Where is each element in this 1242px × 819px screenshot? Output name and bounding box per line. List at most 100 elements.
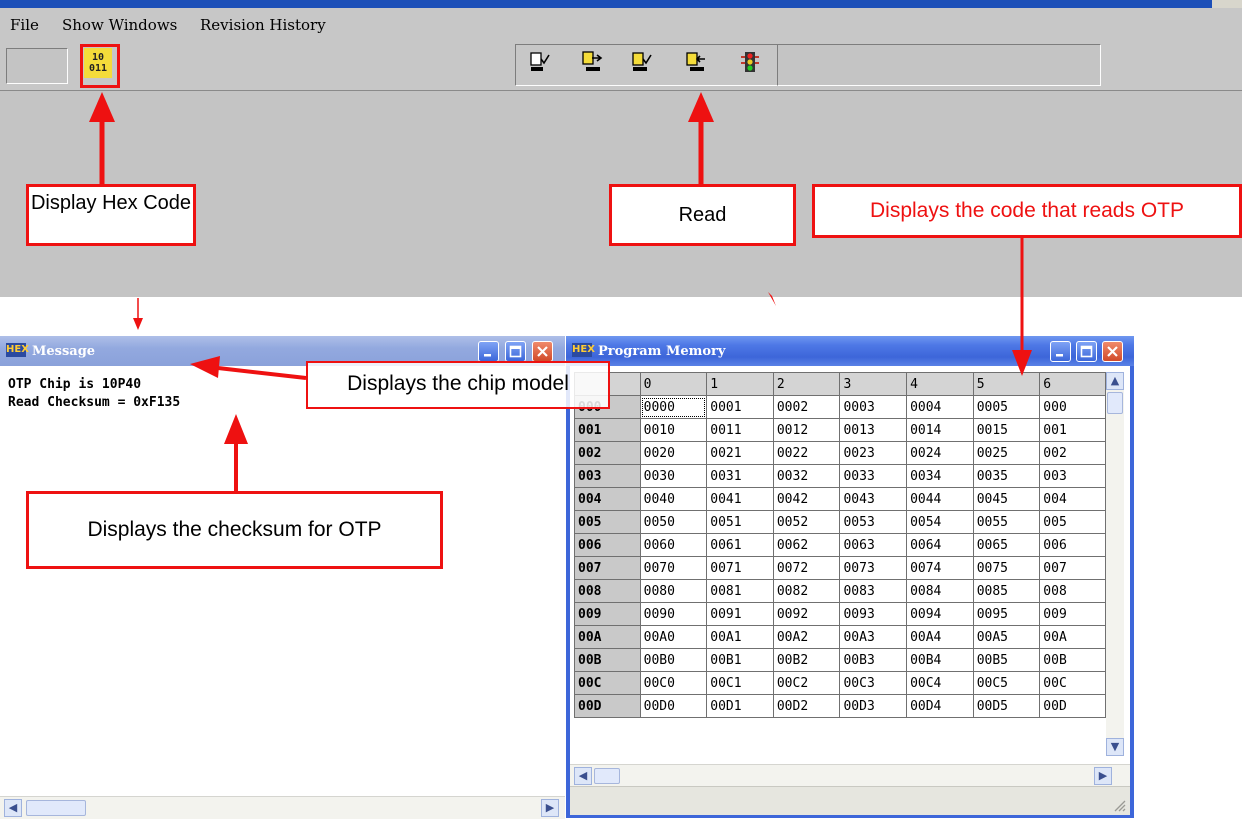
memory-cell[interactable]: 0094 — [906, 602, 974, 626]
memory-cell[interactable]: 0043 — [839, 487, 908, 511]
close-button[interactable] — [532, 341, 553, 362]
memory-cell[interactable]: 0031 — [706, 464, 774, 488]
memory-cell[interactable]: 0025 — [972, 441, 1041, 465]
memory-table[interactable]: 0123456000000000010002000300040005000001… — [574, 372, 1106, 718]
memory-cell[interactable]: 0012 — [772, 418, 841, 442]
memory-cell[interactable]: 005 — [1039, 510, 1106, 534]
memory-cell[interactable]: 0090 — [639, 602, 708, 626]
row-address-header[interactable]: 005 — [574, 510, 641, 534]
memory-cell[interactable]: 0042 — [772, 487, 841, 511]
memory-cell[interactable]: 0061 — [706, 533, 774, 557]
memory-cell[interactable]: 00C5 — [972, 671, 1041, 695]
memory-cell[interactable]: 0050 — [639, 510, 708, 534]
memory-cell[interactable]: 0040 — [639, 487, 708, 511]
memory-cell[interactable]: 0072 — [772, 556, 841, 580]
memory-cell[interactable]: 0015 — [972, 418, 1041, 442]
memory-cell[interactable]: 0003 — [839, 395, 908, 419]
memory-cell[interactable]: 0020 — [639, 441, 708, 465]
memory-cell[interactable]: 0081 — [706, 579, 774, 603]
memory-cell[interactable]: 0033 — [839, 464, 908, 488]
document-verify-icon[interactable] — [630, 50, 656, 74]
memory-cell[interactable]: 0074 — [906, 556, 974, 580]
scroll-right-arrow-icon[interactable]: ▶ — [541, 799, 559, 817]
memory-cell[interactable]: 00B — [1039, 648, 1106, 672]
memory-cell[interactable]: 0062 — [772, 533, 841, 557]
close-button[interactable] — [1102, 341, 1123, 362]
memory-cell[interactable]: 0035 — [972, 464, 1041, 488]
memory-cell[interactable]: 0021 — [706, 441, 774, 465]
program-memory-titlebar[interactable]: HEX Program Memory — [566, 336, 1134, 366]
memory-cell[interactable]: 00D4 — [906, 694, 974, 718]
maximize-button[interactable] — [505, 341, 526, 362]
memory-cell[interactable]: 0060 — [639, 533, 708, 557]
memory-cell[interactable]: 002 — [1039, 441, 1106, 465]
memory-cell[interactable]: 00A1 — [706, 625, 774, 649]
row-address-header[interactable]: 00D — [574, 694, 641, 718]
scroll-down-arrow-icon[interactable]: ▼ — [1106, 738, 1124, 756]
minimize-button[interactable] — [478, 341, 499, 362]
memory-cell[interactable]: 0064 — [906, 533, 974, 557]
message-horizontal-scrollbar[interactable]: ◀ ▶ — [0, 796, 565, 819]
menu-file[interactable]: File — [10, 16, 39, 34]
row-address-header[interactable]: 00B — [574, 648, 641, 672]
memory-cell[interactable]: 00B0 — [639, 648, 708, 672]
row-address-header[interactable]: 003 — [574, 464, 641, 488]
memory-cell[interactable]: 0065 — [972, 533, 1041, 557]
memory-cell[interactable]: 00D5 — [972, 694, 1041, 718]
row-address-header[interactable]: 002 — [574, 441, 641, 465]
memory-cell[interactable]: 0005 — [972, 395, 1041, 419]
memory-cell[interactable]: 0000 — [639, 395, 708, 419]
row-address-header[interactable]: 008 — [574, 579, 641, 603]
scroll-left-arrow-icon[interactable]: ◀ — [4, 799, 22, 817]
memory-cell[interactable]: 0001 — [706, 395, 774, 419]
memory-cell[interactable]: 006 — [1039, 533, 1106, 557]
memory-horizontal-scrollbar[interactable]: ◀ ▶ — [570, 764, 1130, 787]
document-export-icon[interactable] — [580, 50, 606, 74]
memory-cell[interactable]: 0010 — [639, 418, 708, 442]
memory-cell[interactable]: 0083 — [839, 579, 908, 603]
memory-cell[interactable]: 00D1 — [706, 694, 774, 718]
memory-cell[interactable]: 009 — [1039, 602, 1106, 626]
scroll-left-arrow-icon[interactable]: ◀ — [574, 767, 592, 785]
row-address-header[interactable]: 00C — [574, 671, 641, 695]
memory-cell[interactable]: 0024 — [906, 441, 974, 465]
memory-cell[interactable]: 0002 — [772, 395, 841, 419]
memory-cell[interactable]: 003 — [1039, 464, 1106, 488]
memory-cell[interactable]: 00A0 — [639, 625, 708, 649]
memory-cell[interactable]: 0034 — [906, 464, 974, 488]
memory-cell[interactable]: 0080 — [639, 579, 708, 603]
memory-grid[interactable]: 0123456000000000010002000300040005000001… — [574, 372, 1106, 756]
memory-cell[interactable]: 0051 — [706, 510, 774, 534]
document-check-icon[interactable] — [528, 50, 554, 74]
row-address-header[interactable]: 001 — [574, 418, 641, 442]
memory-cell[interactable]: 00C2 — [772, 671, 841, 695]
memory-cell[interactable]: 0093 — [839, 602, 908, 626]
memory-cell[interactable]: 00B1 — [706, 648, 774, 672]
column-header[interactable]: 6 — [1039, 372, 1106, 396]
memory-cell[interactable]: 00D2 — [772, 694, 841, 718]
memory-cell[interactable]: 0071 — [706, 556, 774, 580]
maximize-button[interactable] — [1076, 341, 1097, 362]
minimize-button[interactable] — [1050, 341, 1071, 362]
memory-cell[interactable]: 0073 — [839, 556, 908, 580]
column-header[interactable]: 2 — [772, 372, 841, 396]
scroll-thumb[interactable] — [1107, 392, 1123, 414]
row-address-header[interactable]: 006 — [574, 533, 641, 557]
scroll-up-arrow-icon[interactable]: ▲ — [1106, 372, 1124, 390]
memory-cell[interactable]: 007 — [1039, 556, 1106, 580]
memory-cell[interactable]: 0055 — [972, 510, 1041, 534]
memory-cell[interactable]: 0054 — [906, 510, 974, 534]
memory-cell[interactable]: 00A5 — [972, 625, 1041, 649]
memory-cell[interactable]: 0092 — [772, 602, 841, 626]
memory-cell[interactable]: 0041 — [706, 487, 774, 511]
memory-cell[interactable]: 0013 — [839, 418, 908, 442]
memory-cell[interactable]: 0032 — [772, 464, 841, 488]
memory-cell[interactable]: 00A — [1039, 625, 1106, 649]
memory-cell[interactable]: 00C0 — [639, 671, 708, 695]
column-header[interactable]: 3 — [839, 372, 908, 396]
memory-cell[interactable]: 00D — [1039, 694, 1106, 718]
memory-cell[interactable]: 00B5 — [972, 648, 1041, 672]
memory-cell[interactable]: 008 — [1039, 579, 1106, 603]
menu-show-windows[interactable]: Show Windows — [62, 16, 177, 34]
memory-cell[interactable]: 0070 — [639, 556, 708, 580]
